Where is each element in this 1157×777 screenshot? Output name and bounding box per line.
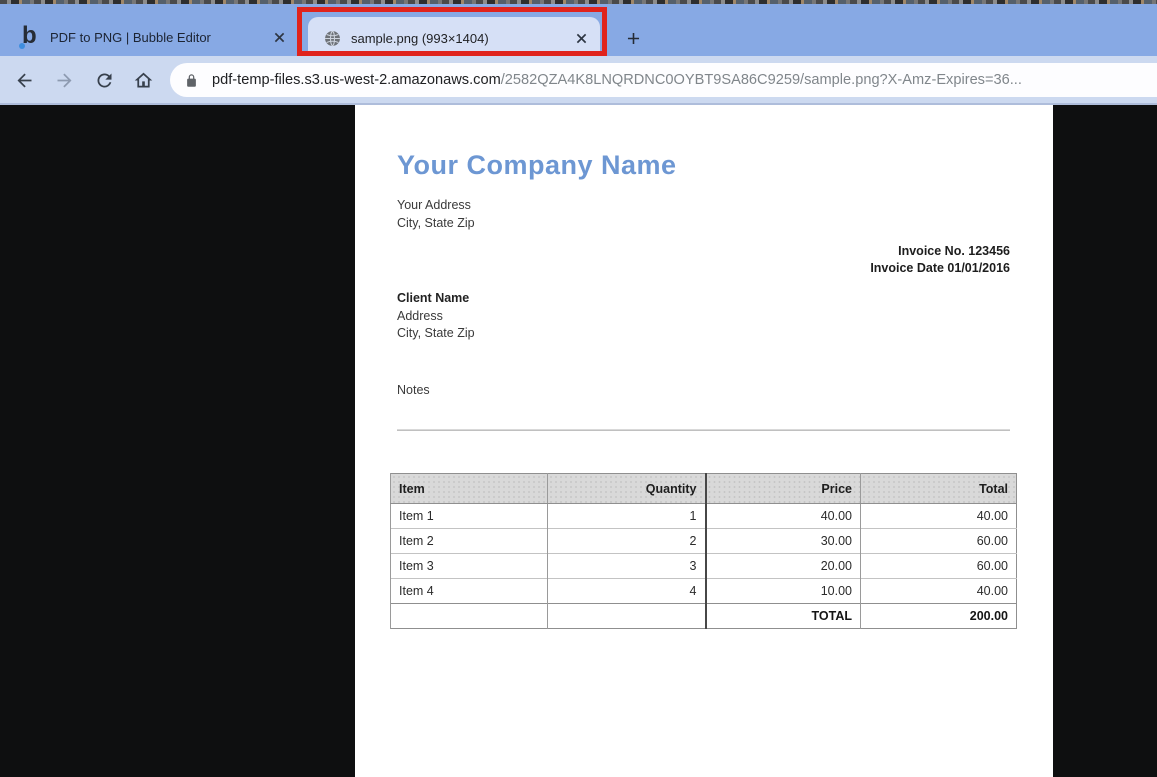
table-cell: 30.00 [704, 528, 861, 554]
table-cell: 1 [547, 503, 706, 529]
table-total-row: TOTAL 200.00 [390, 603, 1017, 629]
back-arrow-icon [17, 73, 31, 87]
company-name: Your Company Name [397, 150, 677, 180]
notes-label: Notes [397, 383, 430, 397]
company-address: Your Address City, State Zip [397, 197, 475, 232]
url-path: /2582QZA4K8LNQRDNC0OYBT9SA86C9259/sample… [500, 72, 1022, 88]
globe-favicon-icon [325, 30, 340, 47]
table-header-item: Item [390, 473, 548, 504]
url-domain: pdf-temp-files.s3.us-west-2.amazonaws.co… [212, 72, 501, 88]
image-viewer-background: Your Company Name Your Address City, Sta… [0, 105, 1157, 777]
table-cell: 4 [547, 578, 706, 604]
forward-arrow-icon [57, 73, 71, 87]
invoice-date: Invoice Date 01/01/2016 [870, 261, 1010, 275]
table-row: Item 1 1 40.00 40.00 [390, 503, 1017, 529]
bubble-logo-icon: b [19, 24, 40, 50]
table-cell: 2 [547, 528, 706, 554]
client-address-block: Client Name Address City, State Zip [397, 290, 475, 343]
table-cell: 40.00 [860, 578, 1017, 604]
tab-title: PDF to PNG | Bubble Editor [50, 29, 211, 45]
table-cell: 20.00 [704, 553, 861, 579]
table-header-quantity: Quantity [547, 473, 706, 504]
home-button[interactable] [131, 68, 155, 92]
table-cell: Item 3 [390, 553, 548, 579]
table-cell [390, 603, 548, 629]
invoice-image: Your Company Name Your Address City, Sta… [355, 105, 1053, 777]
back-button[interactable] [12, 68, 36, 92]
table-cell: Item 1 [390, 503, 548, 529]
client-address-line: City, State Zip [397, 326, 475, 340]
plus-icon [627, 32, 639, 44]
tab-sample-png[interactable]: sample.png (993×1404) [308, 17, 600, 60]
table-cell: 40.00 [704, 503, 861, 529]
table-row: Item 3 3 20.00 60.00 [390, 553, 1017, 579]
invoice-meta: Invoice No. 123456 Invoice Date 01/01/20… [870, 243, 1010, 277]
table-cell: 3 [547, 553, 706, 579]
reload-icon [96, 73, 111, 87]
new-tab-button[interactable] [620, 25, 646, 51]
client-name: Client Name [397, 291, 470, 305]
table-cell [547, 603, 706, 629]
table-row: Item 2 2 30.00 60.00 [390, 528, 1017, 554]
total-label: TOTAL [704, 603, 861, 629]
table-cell: Item 4 [390, 578, 548, 604]
table-row: Item 4 4 10.00 40.00 [390, 578, 1017, 604]
notes-divider [397, 429, 1010, 431]
tab-title: sample.png (993×1404) [351, 31, 489, 46]
reload-button[interactable] [92, 68, 116, 92]
table-cell: 60.00 [860, 528, 1017, 554]
ssl-lock-icon[interactable] [184, 73, 199, 88]
table-header-total: Total [860, 473, 1017, 504]
tab-bubble-editor[interactable]: b PDF to PNG | Bubble Editor [8, 16, 298, 58]
tab-close-icon[interactable] [572, 30, 590, 48]
invoice-table: Item Quantity Price Total Item 1 1 40.00… [390, 473, 1017, 629]
table-cell: 60.00 [860, 553, 1017, 579]
forward-button[interactable] [52, 68, 76, 92]
table-cell: 10.00 [704, 578, 861, 604]
browser-toolbar: pdf-temp-files.s3.us-west-2.amazonaws.co… [0, 56, 1157, 105]
url-text: pdf-temp-files.s3.us-west-2.amazonaws.co… [212, 72, 1022, 88]
invoice-number: Invoice No. 123456 [898, 244, 1010, 258]
table-cell: 40.00 [860, 503, 1017, 529]
tab-close-icon[interactable] [270, 28, 288, 46]
total-value: 200.00 [860, 603, 1017, 629]
company-address-line: City, State Zip [397, 215, 475, 230]
table-cell: Item 2 [390, 528, 548, 554]
home-icon [134, 72, 152, 87]
client-address-line: Address [397, 308, 443, 323]
tab-bar: b PDF to PNG | Bubble Editor sample.png … [0, 4, 1157, 60]
address-bar[interactable]: pdf-temp-files.s3.us-west-2.amazonaws.co… [170, 63, 1157, 97]
browser-window: b PDF to PNG | Bubble Editor sample.png … [0, 0, 1157, 777]
company-address-line: Your Address [397, 198, 471, 212]
table-header-price: Price [704, 473, 861, 504]
table-header-row: Item Quantity Price Total [390, 473, 1017, 504]
